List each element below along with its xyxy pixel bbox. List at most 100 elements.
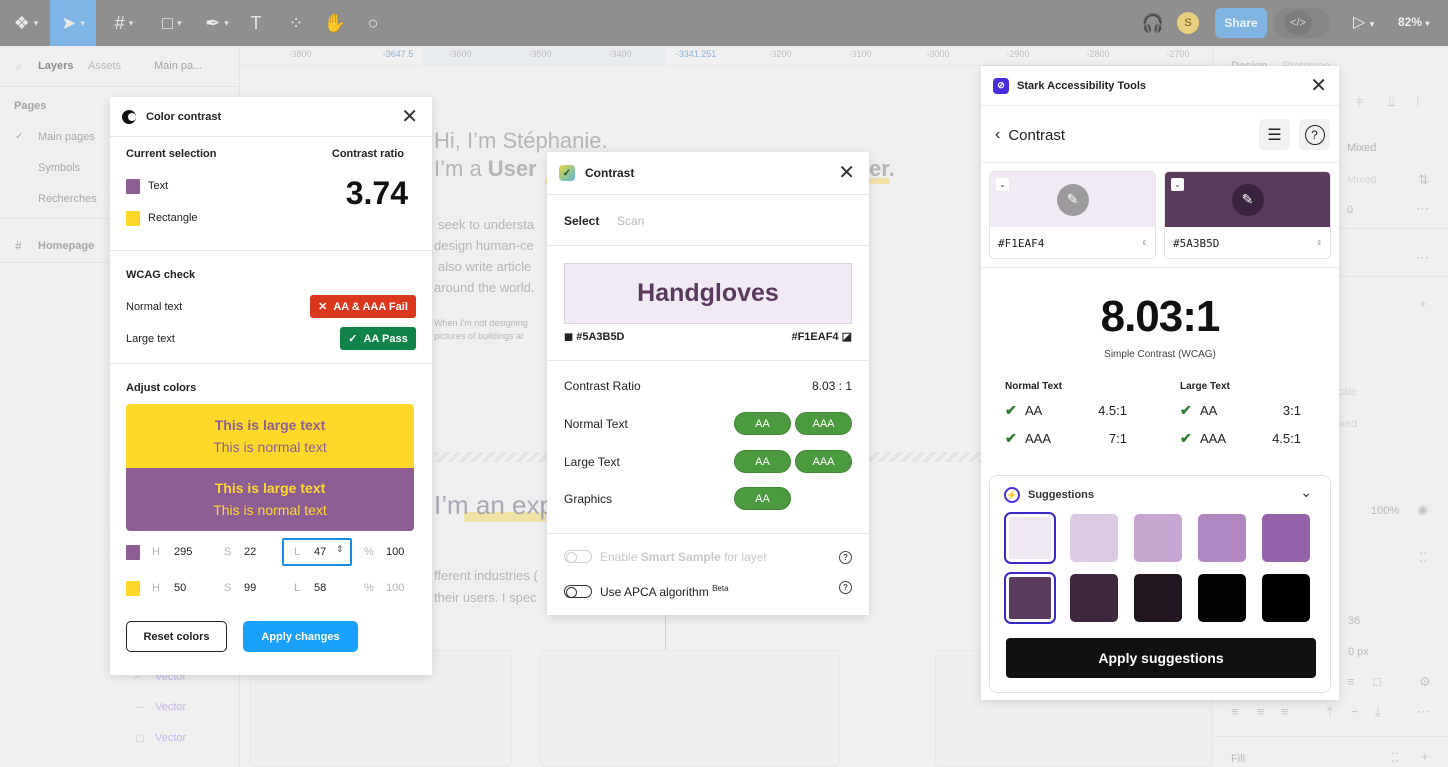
align-top-icon[interactable]: ⤒ bbox=[1327, 704, 1333, 720]
saturation-input[interactable]: 22 bbox=[244, 546, 256, 558]
page-item-main[interactable]: Main pages bbox=[38, 131, 95, 143]
font-size-value[interactable]: 36 bbox=[1348, 615, 1360, 627]
layer-vector[interactable]: Vector bbox=[155, 701, 186, 713]
tab-select[interactable]: Select bbox=[564, 214, 599, 228]
eyedropper-icon[interactable]: ✎ bbox=[1231, 183, 1264, 216]
layer-frame-homepage[interactable]: Homepage bbox=[38, 240, 94, 252]
constraint-label[interactable]: cale bbox=[1337, 386, 1357, 398]
smart-sample-toggle[interactable] bbox=[564, 550, 592, 563]
chevron-down-icon[interactable]: ⌄ bbox=[1300, 484, 1312, 501]
search-icon[interactable]: ⌕ bbox=[16, 59, 23, 74]
saturation-input[interactable]: 99 bbox=[244, 582, 256, 594]
foreground-hex-input[interactable]: #5A3B5D ⇕ bbox=[1165, 227, 1330, 258]
alpha-input[interactable]: 100 bbox=[386, 546, 404, 558]
background-hex-input[interactable]: #F1EAF4 ⇕ bbox=[990, 227, 1155, 258]
shape-tool-button[interactable]: □ ▾ bbox=[150, 0, 194, 46]
hue-input[interactable]: 50 bbox=[174, 582, 186, 594]
dev-mode-toggle[interactable]: </> bbox=[1274, 8, 1330, 38]
box-icon[interactable]: □ bbox=[1373, 674, 1381, 689]
more-icon[interactable]: ⋯ bbox=[1416, 201, 1429, 217]
stepper-icon[interactable]: ⇕ bbox=[336, 544, 344, 555]
more-align-icon[interactable]: ⁞ bbox=[1416, 94, 1420, 109]
audio-button[interactable]: 🎧 bbox=[1140, 0, 1166, 46]
layer-vector[interactable]: Vector bbox=[155, 732, 186, 744]
tab-assets[interactable]: Assets bbox=[88, 60, 121, 72]
suggestion-background-swatch[interactable] bbox=[1198, 514, 1246, 562]
comment-tool-button[interactable]: ○ bbox=[360, 0, 386, 46]
suggestion-background-swatch[interactable] bbox=[1070, 514, 1118, 562]
suggestion-foreground-swatch[interactable] bbox=[1004, 572, 1056, 624]
prop-value[interactable]: Mixed bbox=[1347, 174, 1376, 186]
help-icon[interactable]: ? bbox=[839, 581, 852, 594]
style-grid-icon[interactable]: ⁚⁚ bbox=[1391, 750, 1399, 766]
suggestion-background-swatch[interactable] bbox=[1262, 514, 1310, 562]
close-icon[interactable]: ✕ bbox=[838, 163, 855, 183]
text-align-center-icon[interactable]: ≡ bbox=[1257, 704, 1265, 719]
canvas-selected-text[interactable]: I’m an exp bbox=[434, 490, 554, 521]
prop-value[interactable]: Mixed bbox=[1347, 142, 1376, 154]
avatar[interactable]: S bbox=[1177, 12, 1199, 34]
prop-value[interactable]: 0 bbox=[1347, 204, 1353, 216]
apply-suggestions-button[interactable]: Apply suggestions bbox=[1006, 638, 1316, 678]
settings-icon[interactable]: ⚙ bbox=[1419, 674, 1431, 690]
lightness-input-focused[interactable]: L 47 ⇕ bbox=[282, 538, 352, 566]
suggestion-background-swatch[interactable] bbox=[1134, 514, 1182, 562]
text-color-swatch bbox=[126, 545, 140, 560]
page-dropdown[interactable]: Main pa... bbox=[154, 60, 202, 72]
more-icon[interactable]: ⋯ bbox=[1416, 250, 1429, 266]
close-icon[interactable]: ✕ bbox=[1310, 76, 1327, 96]
background-hex[interactable]: #F1EAF4 ◪ bbox=[791, 330, 852, 343]
apca-toggle[interactable] bbox=[564, 585, 592, 598]
opacity-value[interactable]: 100% bbox=[1371, 505, 1399, 517]
suggestion-background-swatch[interactable] bbox=[1004, 512, 1056, 564]
hue-input[interactable]: 295 bbox=[174, 546, 192, 558]
suggestion-foreground-swatch[interactable] bbox=[1198, 574, 1246, 622]
page-item-symbols[interactable]: Symbols bbox=[38, 162, 80, 174]
present-button[interactable]: ▷ ▾ bbox=[1353, 12, 1374, 32]
frame-tool-button[interactable]: # ▾ bbox=[104, 0, 144, 46]
lightness-input[interactable]: 58 bbox=[314, 582, 326, 594]
alpha-input[interactable]: 100 bbox=[386, 582, 404, 594]
foreground-hex[interactable]: ◼ #5A3B5D bbox=[564, 330, 625, 343]
text-align-right-icon[interactable]: ≡ bbox=[1281, 704, 1289, 719]
figma-menu-button[interactable]: ❖ ▾ bbox=[6, 0, 46, 46]
chevron-down-icon[interactable]: ⌄ bbox=[996, 178, 1009, 191]
chevron-down-icon[interactable]: ⌄ bbox=[1171, 178, 1184, 191]
settings-sliders-button[interactable]: ☰ bbox=[1259, 119, 1290, 150]
apply-changes-button[interactable]: Apply changes bbox=[243, 621, 358, 652]
help-icon[interactable]: ? bbox=[839, 551, 852, 564]
suggestion-foreground-swatch[interactable] bbox=[1070, 574, 1118, 622]
constraint-label[interactable]: ixed bbox=[1337, 418, 1357, 430]
reset-colors-button[interactable]: Reset colors bbox=[126, 621, 227, 652]
align-bottom-icon[interactable]: ⫫ bbox=[1388, 94, 1395, 110]
plus-icon[interactable]: + bbox=[1421, 749, 1429, 764]
pen-tool-button[interactable]: ✒ ▾ bbox=[198, 0, 236, 46]
zoom-level-dropdown[interactable]: 82% ▾ bbox=[1398, 15, 1429, 29]
style-grid-icon[interactable]: ⁚⁚ bbox=[1419, 550, 1427, 566]
chevron-down-icon: ▾ bbox=[80, 17, 85, 28]
align-bottom-text-icon[interactable]: ⤓ bbox=[1375, 704, 1381, 720]
plus-icon[interactable]: + bbox=[1419, 296, 1427, 311]
resources-button[interactable]: ⁘ bbox=[284, 0, 308, 46]
back-button[interactable]: ‹ Contrast bbox=[995, 126, 1065, 144]
align-middle-icon[interactable]: ÷ bbox=[1351, 704, 1358, 719]
tab-layers[interactable]: Layers bbox=[38, 60, 73, 72]
align-lines-icon[interactable]: ≡ bbox=[1347, 674, 1355, 689]
eyedropper-icon[interactable]: ✎ bbox=[1056, 183, 1089, 216]
more-icon[interactable]: ⋯ bbox=[1417, 704, 1430, 720]
eye-icon[interactable]: ◉ bbox=[1417, 502, 1428, 518]
help-button[interactable]: ? bbox=[1299, 119, 1330, 150]
text-tool-button[interactable]: T bbox=[244, 0, 268, 46]
page-item-recherches[interactable]: Recherches bbox=[38, 193, 97, 205]
tab-scan[interactable]: Scan bbox=[617, 214, 644, 228]
suggestion-foreground-swatch[interactable] bbox=[1262, 574, 1310, 622]
move-tool-button[interactable]: ➤ ▾ bbox=[50, 0, 96, 46]
letter-spacing-value[interactable]: 0 px bbox=[1348, 646, 1369, 658]
distribute-icon[interactable]: ⫩ bbox=[1356, 94, 1363, 110]
swap-icon[interactable]: ⇅ bbox=[1418, 172, 1429, 188]
suggestion-foreground-swatch[interactable] bbox=[1134, 574, 1182, 622]
close-icon[interactable]: ✕ bbox=[401, 107, 418, 127]
text-align-left-icon[interactable]: ≡ bbox=[1231, 704, 1239, 719]
share-button[interactable]: Share bbox=[1215, 8, 1267, 38]
hand-tool-button[interactable]: ✋ bbox=[322, 0, 348, 46]
